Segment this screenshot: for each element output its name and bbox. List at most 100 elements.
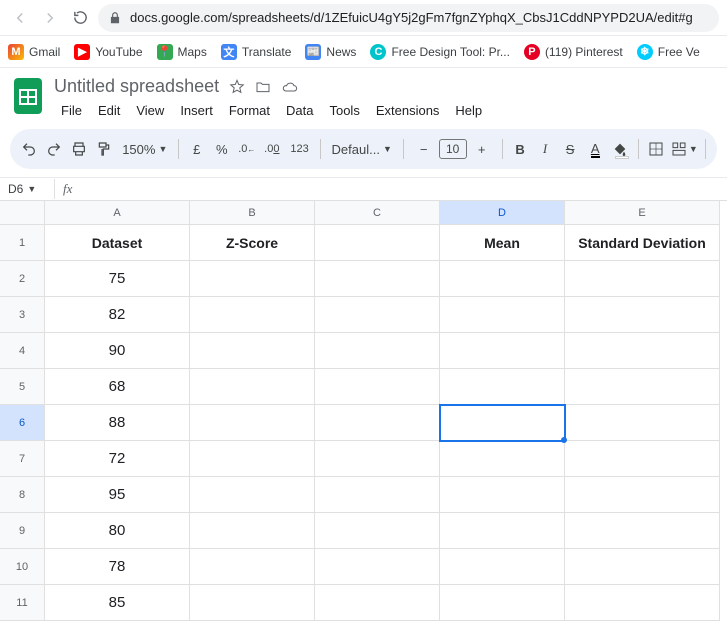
cell-E7[interactable]	[565, 441, 720, 477]
cell-E9[interactable]	[565, 513, 720, 549]
cell-D1[interactable]: Mean	[440, 225, 565, 261]
cell-C1[interactable]	[315, 225, 440, 261]
column-header-D[interactable]: D	[440, 201, 565, 225]
row-header-9[interactable]: 9	[0, 513, 45, 549]
cell-C5[interactable]	[315, 369, 440, 405]
cell-E5[interactable]	[565, 369, 720, 405]
cell-D11[interactable]	[440, 585, 565, 621]
bookmark-pinterest[interactable]: P(119) Pinterest	[524, 44, 623, 60]
menu-data[interactable]: Data	[279, 100, 320, 121]
cell-C2[interactable]	[315, 261, 440, 297]
cell-E11[interactable]	[565, 585, 720, 621]
text-color-button[interactable]: A	[585, 136, 606, 162]
font-size-decrease-button[interactable]: −	[411, 136, 437, 162]
row-header-6[interactable]: 6	[0, 405, 45, 441]
row-header-5[interactable]: 5	[0, 369, 45, 405]
cell-A10[interactable]: 78	[45, 549, 190, 585]
cell-C7[interactable]	[315, 441, 440, 477]
bookmark-translate[interactable]: 文Translate	[221, 44, 292, 60]
cell-B6[interactable]	[190, 405, 315, 441]
cell-C9[interactable]	[315, 513, 440, 549]
bookmark-maps[interactable]: 📍Maps	[157, 44, 207, 60]
cell-B5[interactable]	[190, 369, 315, 405]
row-header-11[interactable]: 11	[0, 585, 45, 621]
cell-D10[interactable]	[440, 549, 565, 585]
bookmark-gmail[interactable]: MGmail	[8, 44, 60, 60]
sheets-logo-icon[interactable]	[12, 76, 44, 116]
cell-B7[interactable]	[190, 441, 315, 477]
row-header-1[interactable]: 1	[0, 225, 45, 261]
print-icon[interactable]	[68, 136, 89, 162]
row-header-4[interactable]: 4	[0, 333, 45, 369]
cell-A7[interactable]: 72	[45, 441, 190, 477]
cell-A2[interactable]: 75	[45, 261, 190, 297]
row-header-8[interactable]: 8	[0, 477, 45, 513]
row-header-2[interactable]: 2	[0, 261, 45, 297]
italic-button[interactable]: I	[535, 136, 556, 162]
redo-icon[interactable]	[43, 136, 64, 162]
cell-B11[interactable]	[190, 585, 315, 621]
column-header-A[interactable]: A	[45, 201, 190, 225]
cell-C3[interactable]	[315, 297, 440, 333]
menu-view[interactable]: View	[129, 100, 171, 121]
column-header-B[interactable]: B	[190, 201, 315, 225]
column-header-C[interactable]: C	[315, 201, 440, 225]
cell-D5[interactable]	[440, 369, 565, 405]
forward-icon[interactable]	[38, 6, 62, 30]
cell-C4[interactable]	[315, 333, 440, 369]
row-header-3[interactable]: 3	[0, 297, 45, 333]
move-icon[interactable]	[255, 79, 271, 95]
cell-B3[interactable]	[190, 297, 315, 333]
font-size-increase-button[interactable]: +	[469, 136, 495, 162]
paint-format-icon[interactable]	[93, 136, 114, 162]
menu-help[interactable]: Help	[448, 100, 489, 121]
cell-B1[interactable]: Z-Score	[190, 225, 315, 261]
cell-B4[interactable]	[190, 333, 315, 369]
menu-extensions[interactable]: Extensions	[369, 100, 447, 121]
font-size-input[interactable]: 10	[439, 139, 467, 159]
cell-C6[interactable]	[315, 405, 440, 441]
menu-format[interactable]: Format	[222, 100, 277, 121]
undo-icon[interactable]	[18, 136, 39, 162]
cell-E4[interactable]	[565, 333, 720, 369]
doc-title[interactable]: Untitled spreadsheet	[54, 76, 219, 97]
percent-button[interactable]: %	[211, 136, 232, 162]
cell-E2[interactable]	[565, 261, 720, 297]
merge-cells-button[interactable]: ▼	[671, 136, 699, 162]
zoom-dropdown[interactable]: 150% ▼	[118, 142, 171, 157]
cell-D9[interactable]	[440, 513, 565, 549]
bookmark-news[interactable]: 📰News	[305, 44, 356, 60]
column-header-E[interactable]: E	[565, 201, 720, 225]
cell-A9[interactable]: 80	[45, 513, 190, 549]
cell-E3[interactable]	[565, 297, 720, 333]
cell-D7[interactable]	[440, 441, 565, 477]
bookmark-youtube[interactable]: ▶YouTube	[74, 44, 142, 60]
menu-edit[interactable]: Edit	[91, 100, 127, 121]
increase-decimal-button[interactable]: .00	[261, 136, 282, 162]
cell-B2[interactable]	[190, 261, 315, 297]
menu-tools[interactable]: Tools	[322, 100, 366, 121]
decrease-decimal-button[interactable]: .0←	[236, 136, 257, 162]
number-format-button[interactable]: 123	[286, 136, 312, 162]
omnibox[interactable]: docs.google.com/spreadsheets/d/1ZEfuicU4…	[98, 4, 719, 32]
cell-E8[interactable]	[565, 477, 720, 513]
cell-D3[interactable]	[440, 297, 565, 333]
reload-icon[interactable]	[68, 6, 92, 30]
cell-C10[interactable]	[315, 549, 440, 585]
strikethrough-button[interactable]: S	[560, 136, 581, 162]
font-dropdown[interactable]: Defaul... ▼	[328, 142, 396, 157]
cell-C11[interactable]	[315, 585, 440, 621]
cell-D2[interactable]	[440, 261, 565, 297]
currency-button[interactable]: £	[186, 136, 207, 162]
cell-A11[interactable]: 85	[45, 585, 190, 621]
bookmark-freevec[interactable]: ❄Free Ve	[637, 44, 700, 60]
cell-A5[interactable]: 68	[45, 369, 190, 405]
row-header-10[interactable]: 10	[0, 549, 45, 585]
star-icon[interactable]	[229, 79, 245, 95]
cell-E6[interactable]	[565, 405, 720, 441]
menu-file[interactable]: File	[54, 100, 89, 121]
cell-D4[interactable]	[440, 333, 565, 369]
cell-A3[interactable]: 82	[45, 297, 190, 333]
cell-D8[interactable]	[440, 477, 565, 513]
cell-E1[interactable]: Standard Deviation	[565, 225, 720, 261]
